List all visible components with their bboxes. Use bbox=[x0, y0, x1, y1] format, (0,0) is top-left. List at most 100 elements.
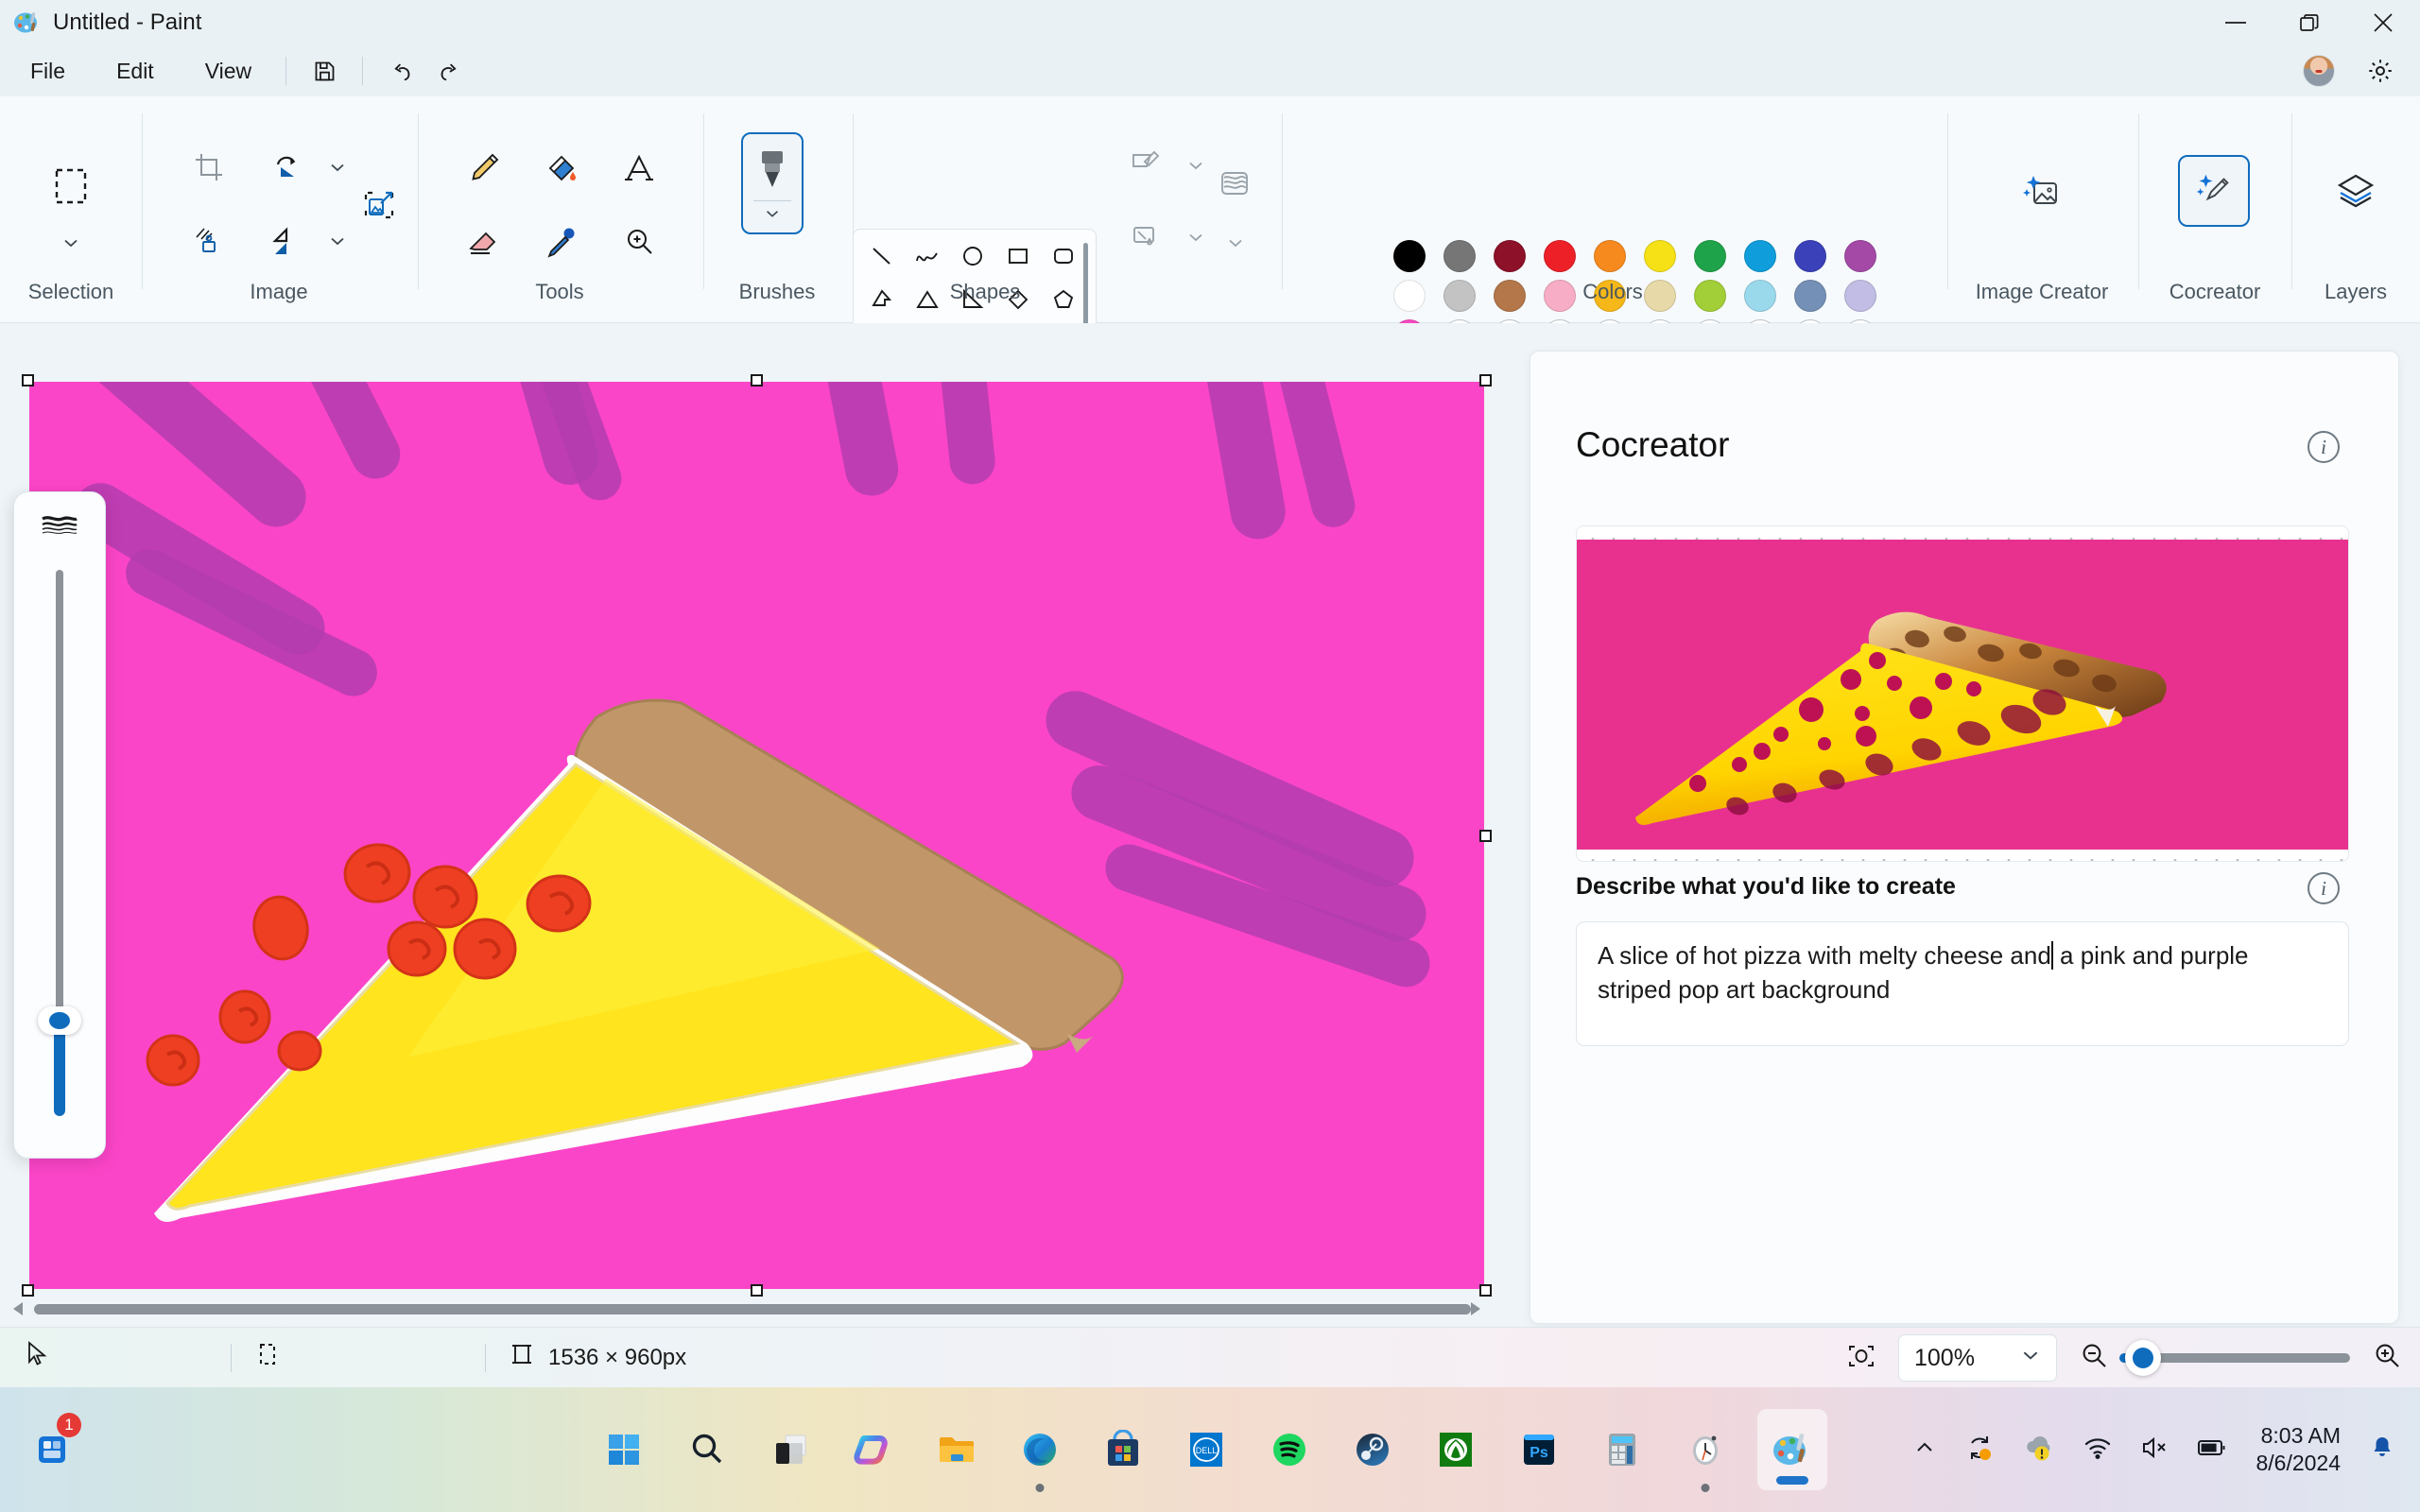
weather-warning-icon[interactable] bbox=[2023, 1434, 2055, 1467]
taskbar-edge[interactable] bbox=[1009, 1418, 1071, 1492]
zoom-level-select[interactable]: 100% bbox=[1898, 1334, 2057, 1382]
cocreator-preview[interactable] bbox=[1576, 525, 2349, 862]
fill-bucket-icon[interactable] bbox=[533, 140, 590, 197]
taskbar-notification-widget[interactable]: 1 bbox=[21, 1413, 83, 1481]
fit-to-window-icon[interactable] bbox=[1845, 1342, 1877, 1375]
shape-fill-chevron-down-icon[interactable] bbox=[1182, 223, 1210, 251]
account-avatar[interactable] bbox=[2303, 55, 2335, 87]
cocreator-sparkle-brush-icon[interactable] bbox=[2178, 155, 2250, 227]
flip-chevron-down-icon[interactable] bbox=[323, 227, 352, 255]
curve-shape[interactable] bbox=[907, 235, 948, 277]
color-swatch-row1-2[interactable] bbox=[1443, 240, 1476, 272]
shape-outline-chevron-down-icon[interactable] bbox=[1182, 151, 1210, 180]
zoom-slider[interactable] bbox=[2119, 1340, 2350, 1376]
scroll-left-arrow-icon[interactable] bbox=[9, 1301, 26, 1316]
line-shape[interactable] bbox=[861, 235, 903, 277]
brush-size-slider[interactable] bbox=[13, 491, 106, 1159]
wifi-icon[interactable] bbox=[2083, 1435, 2112, 1465]
taskbar-photoshop[interactable]: Ps bbox=[1508, 1418, 1570, 1481]
onedrive-sync-icon[interactable] bbox=[1964, 1433, 1995, 1468]
generated-pizza-preview[interactable] bbox=[1577, 540, 2348, 850]
battery-icon[interactable] bbox=[2197, 1437, 2227, 1463]
taskbar-dell[interactable]: DELL bbox=[1175, 1418, 1237, 1481]
eraser-icon[interactable] bbox=[456, 214, 512, 270]
shape-fill-icon[interactable] bbox=[1119, 210, 1172, 263]
menu-edit[interactable]: Edit bbox=[95, 53, 175, 90]
color-swatch-row1-6[interactable] bbox=[1644, 240, 1676, 272]
color-swatch-row1-8[interactable] bbox=[1744, 240, 1776, 272]
oval-shape[interactable] bbox=[952, 235, 994, 277]
taskbar-file-explorer[interactable] bbox=[925, 1418, 988, 1481]
menu-file[interactable]: File bbox=[9, 53, 86, 90]
clock-datetime[interactable]: 8:03 AM 8/6/2024 bbox=[2256, 1422, 2341, 1478]
notifications-bell-icon[interactable] bbox=[2369, 1435, 2395, 1466]
undo-icon[interactable] bbox=[376, 50, 425, 92]
rotate-icon[interactable] bbox=[259, 140, 314, 195]
menu-view[interactable]: View bbox=[184, 53, 272, 90]
minimize-button[interactable] bbox=[2199, 0, 2273, 45]
crop-icon[interactable] bbox=[182, 140, 236, 195]
save-icon[interactable] bbox=[300, 50, 349, 92]
eyedropper-icon[interactable] bbox=[533, 214, 590, 270]
canvas-horizontal-scrollbar[interactable] bbox=[9, 1298, 1484, 1319]
shape-style-icon[interactable] bbox=[1208, 157, 1261, 210]
zoom-in-icon[interactable] bbox=[2371, 1340, 2403, 1377]
selection-handle-se[interactable] bbox=[1479, 1284, 1492, 1297]
magnifier-icon[interactable] bbox=[611, 214, 667, 270]
drawing-canvas[interactable] bbox=[29, 382, 1484, 1289]
color-swatch-row1-9[interactable] bbox=[1794, 240, 1826, 272]
scrollbar-thumb[interactable] bbox=[34, 1304, 1471, 1314]
selection-handle-nw[interactable] bbox=[22, 374, 34, 387]
color-swatch-row1-3[interactable] bbox=[1494, 240, 1526, 272]
pencil-icon[interactable] bbox=[456, 140, 512, 197]
color-swatch-row1-7[interactable] bbox=[1694, 240, 1726, 272]
flip-icon[interactable] bbox=[259, 214, 314, 268]
text-icon[interactable] bbox=[611, 140, 667, 197]
taskbar-xbox[interactable] bbox=[1425, 1418, 1487, 1481]
color-swatch-row1-10[interactable] bbox=[1844, 240, 1876, 272]
color-swatch-row1-4[interactable] bbox=[1544, 240, 1576, 272]
scroll-right-arrow-icon[interactable] bbox=[1467, 1301, 1484, 1316]
rotate-chevron-down-icon[interactable] bbox=[323, 153, 352, 181]
rounded-rectangle-shape[interactable] bbox=[1043, 235, 1084, 277]
selection-handle-ne[interactable] bbox=[1479, 374, 1492, 387]
selection-handle-e[interactable] bbox=[1479, 830, 1492, 842]
resize-skew-icon[interactable] bbox=[352, 178, 406, 232]
color-swatch-row1-5[interactable] bbox=[1594, 240, 1626, 272]
shape-style-chevron-down-icon[interactable] bbox=[1221, 229, 1250, 257]
taskbar-paint[interactable] bbox=[1757, 1409, 1827, 1490]
rectangular-selection-icon[interactable] bbox=[30, 146, 112, 227]
layers-icon[interactable] bbox=[2320, 155, 2392, 227]
cocreator-prompt-info-icon[interactable]: i bbox=[2308, 872, 2340, 904]
taskbar-spotify[interactable] bbox=[1258, 1418, 1321, 1481]
cocreator-prompt-input[interactable]: A slice of hot pizza with melty cheese a… bbox=[1576, 921, 2349, 1046]
image-creator-sparkle-icon[interactable] bbox=[2006, 157, 2078, 229]
brush-marker-icon[interactable] bbox=[741, 132, 804, 234]
selection-handle-s[interactable] bbox=[751, 1284, 763, 1297]
color-swatch-row1-1[interactable] bbox=[1393, 240, 1426, 272]
shape-outline-icon[interactable] bbox=[1119, 138, 1172, 191]
taskbar-microsoft-store[interactable] bbox=[1092, 1418, 1154, 1481]
close-button[interactable] bbox=[2346, 0, 2420, 45]
zoom-slider-thumb[interactable] bbox=[2125, 1340, 2161, 1376]
taskbar-start[interactable] bbox=[593, 1418, 655, 1481]
brush-size-track[interactable] bbox=[56, 570, 63, 1048]
zoom-out-icon[interactable] bbox=[2078, 1340, 2110, 1377]
selection-handle-n[interactable] bbox=[751, 374, 763, 387]
taskbar-steam[interactable] bbox=[1341, 1418, 1404, 1481]
cocreator-info-icon[interactable]: i bbox=[2308, 431, 2340, 463]
brush-size-thumb[interactable] bbox=[38, 1006, 81, 1035]
restore-button[interactable] bbox=[2273, 0, 2346, 45]
remove-background-icon[interactable] bbox=[182, 214, 236, 268]
redo-icon[interactable] bbox=[425, 50, 475, 92]
taskbar-calculator[interactable] bbox=[1591, 1418, 1653, 1481]
taskbar-clock[interactable] bbox=[1674, 1418, 1737, 1492]
volume-muted-icon[interactable] bbox=[2140, 1435, 2169, 1465]
taskbar-copilot[interactable] bbox=[842, 1418, 905, 1481]
selection-chevron-down-icon[interactable] bbox=[57, 229, 85, 257]
taskbar-task-view[interactable] bbox=[759, 1418, 821, 1481]
gear-icon[interactable] bbox=[2356, 50, 2405, 92]
rectangle-shape[interactable] bbox=[997, 235, 1039, 277]
show-hidden-icons-icon[interactable] bbox=[1913, 1436, 1936, 1464]
selection-handle-sw[interactable] bbox=[22, 1284, 34, 1297]
